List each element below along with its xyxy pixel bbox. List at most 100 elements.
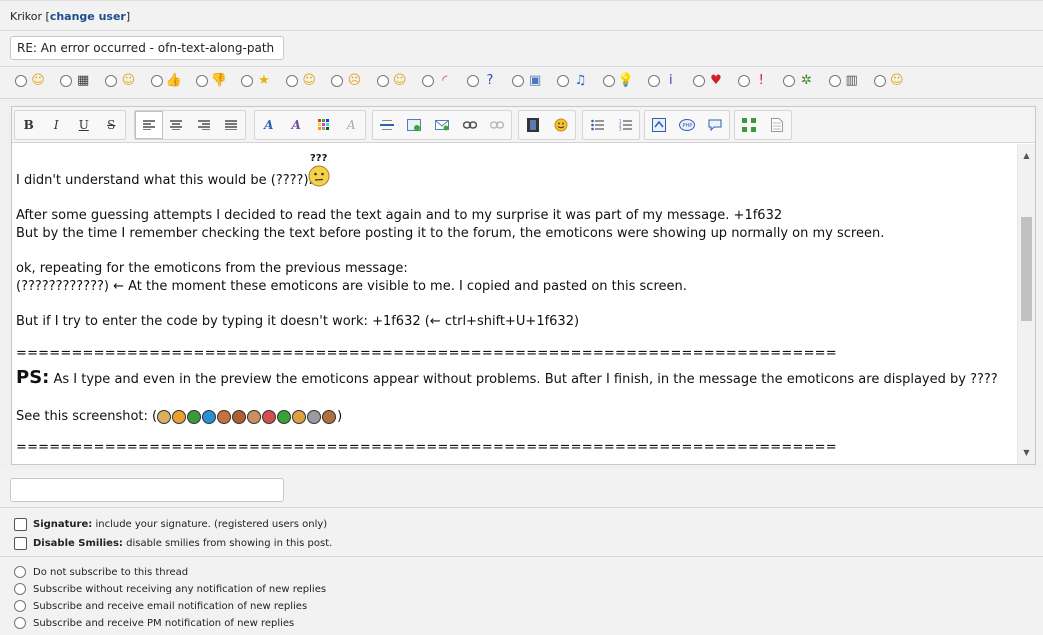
numbered-list-icon[interactable]: 123 <box>611 111 639 139</box>
message-icon-radio[interactable] <box>602 75 615 87</box>
message-icon-radio[interactable] <box>738 75 751 87</box>
subscribe-radio[interactable] <box>14 600 26 612</box>
animal-emoji-icon <box>247 409 262 424</box>
message-icon-radio[interactable] <box>647 75 660 87</box>
message-icon-option[interactable]: ♫ <box>557 73 588 89</box>
message-icon-radio[interactable] <box>286 75 299 87</box>
horizontal-rule-icon[interactable] <box>373 111 401 139</box>
message-icon-radio[interactable] <box>60 75 73 87</box>
unlink-icon[interactable] <box>483 111 511 139</box>
justify-button[interactable] <box>218 111 245 139</box>
message-icon-option[interactable]: ▥ <box>828 73 860 89</box>
message-icon-option[interactable]: ☺ <box>286 73 317 89</box>
editor-content[interactable]: ??? I didn't understand what this would … <box>12 144 1017 464</box>
message-icon-radio[interactable] <box>15 75 27 87</box>
message-icon-option[interactable]: ☺ <box>376 73 408 89</box>
message-icon-radio[interactable] <box>467 75 479 87</box>
message-icon-option[interactable]: 💡 <box>602 73 634 89</box>
message-icon-option[interactable]: ♥ <box>693 73 724 89</box>
subscribe-option: Subscribe and receive email notification… <box>14 600 307 612</box>
message-icon-radio[interactable] <box>828 75 841 87</box>
disable-smilies-label: Disable Smilies: <box>33 538 123 549</box>
message-icon-radio[interactable] <box>512 75 525 87</box>
font-size-icon[interactable]: A <box>283 111 311 139</box>
document-icon[interactable] <box>763 111 791 139</box>
media-group <box>518 110 576 140</box>
change-user-link[interactable]: change user <box>50 10 126 23</box>
subscribe-label: Do not subscribe to this thread <box>33 566 189 578</box>
wink-icon: ☺ <box>392 73 407 88</box>
bullet-list-icon[interactable] <box>583 111 611 139</box>
wrap-html-icon[interactable] <box>701 111 729 139</box>
underline-button[interactable]: U <box>70 111 98 139</box>
message-icon-radio[interactable] <box>241 75 253 87</box>
message-icon-option[interactable]: ! <box>738 73 769 89</box>
subscribe-radio[interactable] <box>14 583 26 595</box>
message-icon-option[interactable]: ☹ <box>331 73 362 89</box>
message-icon-radio[interactable] <box>376 75 389 87</box>
message-icon-radio[interactable] <box>105 75 118 87</box>
scroll-down-arrow-icon[interactable]: ▼ <box>1018 444 1035 461</box>
message-icon-option[interactable]: 👎 <box>195 73 227 89</box>
message-icon-radio[interactable] <box>331 75 344 87</box>
message-icon-option[interactable]: ☺ <box>15 73 46 89</box>
animal-emoji-icon <box>172 409 187 424</box>
insert-image-icon[interactable] <box>401 111 429 139</box>
message-icon-radio[interactable] <box>421 75 434 87</box>
laugh-icon: ☺ <box>890 73 904 88</box>
message-icon-option[interactable]: ☺ <box>105 73 136 89</box>
editor-scrollbar[interactable]: ▲ ▼ <box>1017 144 1035 464</box>
scroll-up-arrow-icon[interactable]: ▲ <box>1018 147 1035 164</box>
message-icon-radio[interactable] <box>195 75 208 87</box>
subject-row <box>0 31 1043 67</box>
insert-video-icon[interactable] <box>519 111 547 139</box>
tags-input[interactable] <box>10 478 284 502</box>
signature-checkbox[interactable] <box>14 518 27 531</box>
message-icon-option[interactable]: ▦ <box>60 73 91 89</box>
wrap-php-icon[interactable]: PHP <box>673 111 701 139</box>
subscribe-radio[interactable] <box>14 566 26 578</box>
font-icon[interactable]: A <box>255 111 283 139</box>
lightbulb-icon: 💡 <box>617 73 634 88</box>
message-icon-option[interactable]: ◜ <box>421 73 453 89</box>
align-center-button[interactable] <box>163 111 190 139</box>
align-left-button[interactable] <box>135 111 163 139</box>
subscribe-radio[interactable] <box>14 617 26 629</box>
message-icon-radio[interactable] <box>873 75 886 87</box>
message-icon-option[interactable]: ? <box>467 73 498 89</box>
italic-button[interactable]: I <box>43 111 71 139</box>
align-right-button[interactable] <box>190 111 217 139</box>
bold-button[interactable]: B <box>15 111 43 139</box>
message-icon-radio[interactable] <box>783 75 796 87</box>
picture-icon: ▣ <box>529 73 542 88</box>
screenshot-close: ) <box>337 409 343 424</box>
expand-icon[interactable] <box>735 111 763 139</box>
message-icon-option[interactable]: 👍 <box>150 73 182 89</box>
tongue-icon: ☺ <box>121 73 136 88</box>
ps-text: As I type and even in the preview the em… <box>53 372 998 387</box>
exclamation-icon: ! <box>758 73 764 88</box>
subject-input[interactable] <box>10 36 284 60</box>
bug-icon: ✲ <box>800 73 812 88</box>
disable-smilies-checkbox[interactable] <box>14 537 27 550</box>
remove-format-icon[interactable]: A <box>338 111 366 139</box>
message-icon-radio[interactable] <box>693 75 705 87</box>
insert-smilie-icon[interactable] <box>547 111 575 139</box>
disable-smilies-option: Disable Smilies: disable smilies from sh… <box>14 537 332 550</box>
message-icon-radio[interactable] <box>150 75 163 87</box>
insert-link-icon[interactable] <box>456 111 484 139</box>
strikethrough-button[interactable]: S <box>98 111 126 139</box>
scroll-thumb[interactable] <box>1021 217 1032 321</box>
color-icon[interactable] <box>310 111 338 139</box>
message-icon-option[interactable]: ✲ <box>783 73 814 89</box>
message-icon-option[interactable]: ☺ <box>873 73 905 89</box>
message-editor: B I U S A A A 1 2 3 PHP ??? I didn't und… <box>11 106 1036 465</box>
disable-smilies-desc: disable smilies from showing in this pos… <box>126 538 333 549</box>
ps-line: PS: As I type and even in the preview th… <box>16 366 998 392</box>
message-icon-option[interactable]: ▣ <box>512 73 543 89</box>
message-icon-option[interactable]: i <box>647 73 679 89</box>
message-icon-option[interactable]: ★ <box>241 73 272 89</box>
message-icon-radio[interactable] <box>557 75 570 87</box>
wrap-quote-icon[interactable] <box>645 111 673 139</box>
insert-email-icon[interactable] <box>428 111 456 139</box>
